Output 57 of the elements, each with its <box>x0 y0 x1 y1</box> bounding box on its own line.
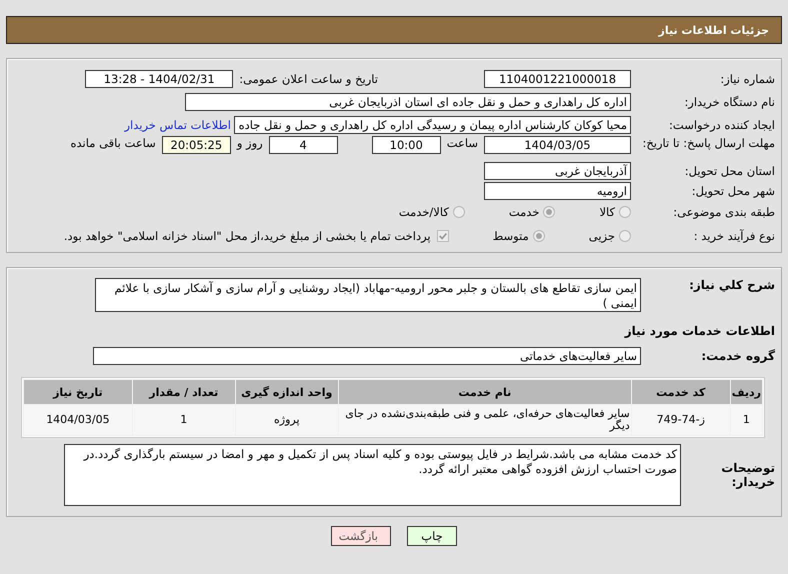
table-cell: 1404/03/05 <box>24 405 132 435</box>
column-header: تاریخ نیاز <box>24 380 132 404</box>
field-label: استان محل تحویل: <box>684 164 775 178</box>
field-label: شهر محل تحویل: <box>690 184 775 198</box>
field-label: گروه خدمت: <box>700 348 775 362</box>
checkbox[interactable] <box>436 230 449 242</box>
field-label: نام دستگاه خریدار: <box>683 94 775 108</box>
field-value: 4 <box>268 136 338 154</box>
column-header: نام خدمت <box>338 380 631 404</box>
field-value: 20:05:25 <box>162 136 231 154</box>
field-label: روز و <box>236 136 263 150</box>
field-value: 1404/02/31 - 13:28 <box>85 70 234 88</box>
field-label: ایجاد کننده درخواست: <box>668 118 775 132</box>
column-header: کد خدمت <box>632 380 730 404</box>
option-label: خدمت <box>508 205 540 219</box>
field-label: نوع فرآیند خرید : <box>692 229 775 243</box>
notes-field: کد خدمت مشابه می باشد.شرایط در فایل پیوستی بوده و کلیه اسناد پس از تکمیل و مهر و امضا در سیستم بارگذاری گردد.در صورت احتساب ارزش افزوده گواهی معتبر ارائه گردد. <box>64 444 681 506</box>
field-label: مهلت ارسال پاسخ: تا تاریخ: <box>641 136 775 150</box>
field-value: ارومیه <box>484 182 631 200</box>
option-label: کالا <box>599 205 615 219</box>
checkbox-label: پرداخت تمام یا بخشی از مبلغ خرید،از محل "اسناد خزانه اسلامی" خواهد بود. <box>64 229 431 243</box>
radio-button[interactable] <box>532 230 545 242</box>
column-header: واحد اندازه گیری <box>236 380 338 404</box>
column-header: تعداد / مقدار <box>132 380 235 404</box>
radio-button[interactable] <box>619 230 631 242</box>
option-label: متوسط <box>492 229 529 243</box>
print-button[interactable]: چاپ <box>407 526 457 546</box>
field-value: 1104001221000018 <box>484 70 631 88</box>
section-title: اطلاعات خدمات مورد نیاز <box>624 324 775 338</box>
field-label: شماره نیاز: <box>719 72 775 86</box>
field-value: محیا کوکان کارشناس اداره پیمان و رسیدگی اداره کل راهداری و حمل و نقل جاده <box>234 116 631 134</box>
option-label: جزیی <box>588 229 615 243</box>
contact-link[interactable]: اطلاعات تماس خریدار <box>124 118 231 132</box>
radio-button[interactable] <box>543 206 556 218</box>
table-cell: پروژه <box>236 405 338 435</box>
field-value: سایر فعالیت‌های خدماتی <box>93 346 641 364</box>
table-cell: ز-74-749 <box>632 405 730 435</box>
field-value: 10:00 <box>372 136 441 154</box>
page-title: جزئیات اطلاعات نیاز <box>658 24 769 36</box>
description-field: ایمن سازی تقاطع های بالستان و جلبر محور ارومیه-مهاباد (ایجاد روشنایی و آرام سازی و آشکار سازی با علائم ایمنی ) <box>95 278 641 312</box>
radio-button[interactable] <box>619 206 631 218</box>
field-label: شرح كلي نياز: <box>688 278 775 292</box>
column-header: ردیف <box>730 380 762 404</box>
field-label: ساعت <box>446 136 478 150</box>
table-cell: 1 <box>730 405 762 435</box>
table-cell: 1 <box>132 405 235 435</box>
field-label: توضیحات خریدار: <box>720 461 775 489</box>
field-label: طبقه بندی موضوعی: <box>672 205 775 219</box>
option-label: کالا/خدمت <box>398 205 449 219</box>
field-label: ساعت باقی مانده <box>70 136 156 150</box>
table-cell: سایر فعالیت‌های حرفه‌ای، علمی و فنی طبقه‌بندی‌نشده در جای دیگر <box>338 405 631 435</box>
field-value: آذربایجان غربی <box>484 162 631 180</box>
field-value: اداره کل راهداری و حمل و نقل جاده ای استان اذربایجان غربی <box>185 92 631 110</box>
radio-button[interactable] <box>452 206 465 218</box>
field-label: تاریخ و ساعت اعلان عمومی: <box>239 72 378 86</box>
field-value: 1404/03/05 <box>484 136 631 154</box>
back-button[interactable]: بازگشت <box>331 526 391 546</box>
